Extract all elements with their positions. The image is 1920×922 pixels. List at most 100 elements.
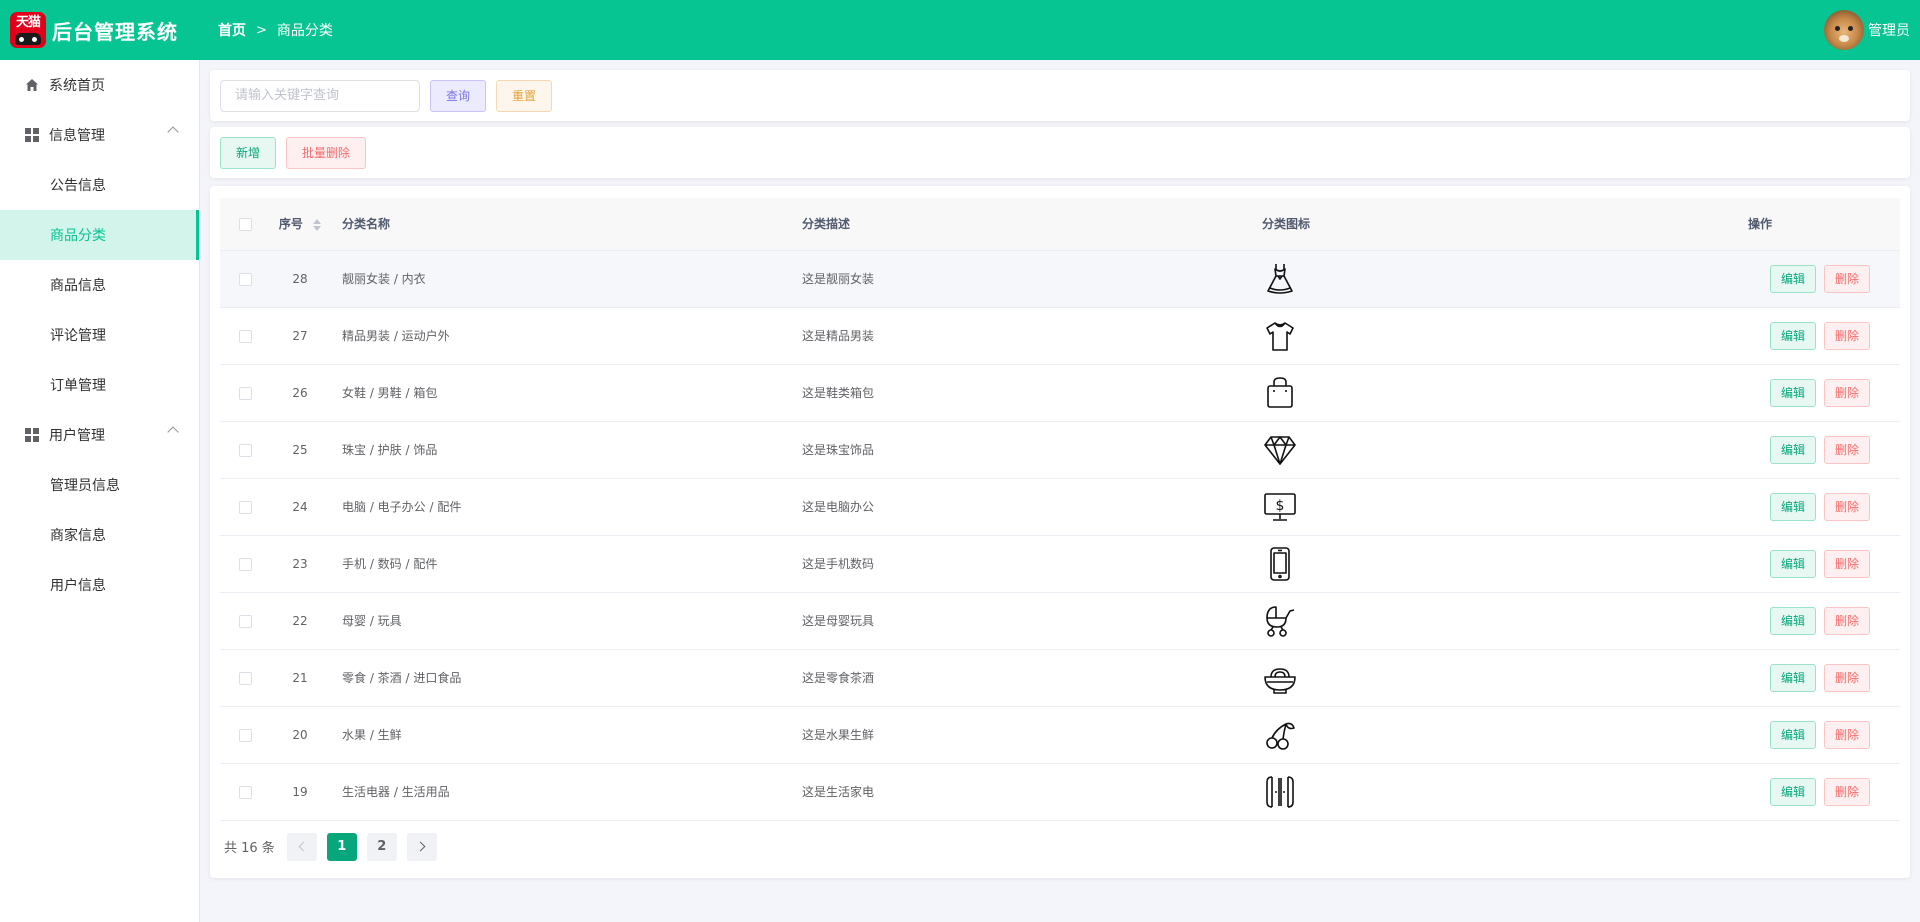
add-button[interactable]: 新增 bbox=[220, 136, 276, 169]
edit-button[interactable]: 编辑 bbox=[1769, 720, 1816, 749]
delete-button[interactable]: 删除 bbox=[1823, 549, 1870, 578]
table-row: 27 精品男装 / 运动户外 这是精品男装 编辑 删除 bbox=[220, 307, 1900, 364]
sidebar-item-orders[interactable]: 订单管理 bbox=[0, 360, 199, 410]
row-actions: 编辑 删除 bbox=[1620, 307, 1900, 364]
edit-button[interactable]: 编辑 bbox=[1769, 264, 1816, 293]
pagination: 共 16 条 1 2 bbox=[220, 832, 1900, 861]
reset-button[interactable]: 重置 bbox=[496, 79, 552, 112]
sidebar-item-admin[interactable]: 管理员信息 bbox=[0, 460, 199, 510]
row-checkbox[interactable] bbox=[238, 329, 252, 343]
sidebar-item-category[interactable]: 商品分类 bbox=[0, 210, 199, 260]
page-2-button[interactable]: 2 bbox=[366, 832, 397, 861]
chevron-up-icon bbox=[167, 126, 179, 138]
batch-delete-button[interactable]: 批量删除 bbox=[286, 136, 366, 169]
row-checkbox[interactable] bbox=[238, 386, 252, 400]
delete-button[interactable]: 删除 bbox=[1823, 378, 1870, 407]
row-id: 21 bbox=[292, 670, 308, 685]
row-checkbox[interactable] bbox=[238, 272, 252, 286]
edit-button[interactable]: 编辑 bbox=[1769, 378, 1816, 407]
table-row: 24 电脑 / 电子办公 / 配件 这是电脑办公 $ 编辑 删除 bbox=[220, 478, 1900, 535]
row-name: 水果 / 生鲜 bbox=[342, 728, 402, 742]
cherry-icon bbox=[1262, 717, 1620, 753]
sidebar-item-merchant[interactable]: 商家信息 bbox=[0, 510, 199, 560]
row-id: 22 bbox=[292, 613, 308, 628]
table-row: 20 水果 / 生鲜 这是水果生鲜 编辑 删除 bbox=[220, 706, 1900, 763]
edit-button[interactable]: 编辑 bbox=[1769, 549, 1816, 578]
row-name: 女鞋 / 男鞋 / 箱包 bbox=[342, 386, 438, 400]
delete-button[interactable]: 删除 bbox=[1823, 492, 1870, 521]
column-header-desc: 分类描述 bbox=[802, 217, 851, 232]
row-desc: 这是母婴玩具 bbox=[802, 614, 875, 628]
diamond-icon bbox=[1262, 432, 1620, 468]
avatar[interactable] bbox=[1824, 10, 1864, 50]
monitor-icon: $ bbox=[1262, 489, 1620, 525]
sort-icon[interactable] bbox=[313, 218, 322, 231]
delete-button[interactable]: 删除 bbox=[1823, 264, 1870, 293]
stroller-icon bbox=[1262, 603, 1620, 639]
row-name: 零食 / 茶酒 / 进口食品 bbox=[342, 671, 462, 685]
sidebar-group-users[interactable]: 用户管理 bbox=[0, 410, 199, 460]
edit-button[interactable]: 编辑 bbox=[1769, 492, 1816, 521]
row-desc: 这是零食茶酒 bbox=[802, 671, 875, 685]
row-desc: 这是靓丽女装 bbox=[802, 272, 875, 286]
table-row: 23 手机 / 数码 / 配件 这是手机数码 编辑 删除 bbox=[220, 535, 1900, 592]
column-header-name: 分类名称 bbox=[342, 217, 391, 232]
row-id: 20 bbox=[292, 727, 308, 742]
select-all-checkbox[interactable] bbox=[238, 217, 252, 231]
user-name[interactable]: 管理员 bbox=[1868, 20, 1910, 40]
delete-button[interactable]: 删除 bbox=[1823, 321, 1870, 350]
delete-button[interactable]: 删除 bbox=[1823, 435, 1870, 464]
row-checkbox[interactable] bbox=[238, 785, 252, 799]
dress-icon bbox=[1262, 261, 1620, 297]
table-row: 26 女鞋 / 男鞋 / 箱包 这是鞋类箱包 编辑 删除 bbox=[220, 364, 1900, 421]
row-name: 珠宝 / 护肤 / 饰品 bbox=[342, 443, 438, 457]
row-icon-cell bbox=[1250, 706, 1620, 763]
action-card: 新增 批量删除 bbox=[210, 127, 1910, 178]
sidebar-group-info[interactable]: 信息管理 bbox=[0, 110, 199, 160]
chevron-left-icon bbox=[298, 841, 309, 852]
edit-button[interactable]: 编辑 bbox=[1769, 435, 1816, 464]
pagination-total: 共 16 条 bbox=[224, 841, 275, 856]
next-page-button[interactable] bbox=[406, 832, 437, 861]
breadcrumb-home[interactable]: 首页 bbox=[218, 20, 246, 40]
sidebar-item-notice[interactable]: 公告信息 bbox=[0, 160, 199, 210]
row-checkbox[interactable] bbox=[238, 671, 252, 685]
row-desc: 这是水果生鲜 bbox=[802, 728, 875, 742]
sidebar-item-user[interactable]: 用户信息 bbox=[0, 560, 199, 610]
row-checkbox[interactable] bbox=[238, 614, 252, 628]
chevron-right-icon bbox=[415, 841, 426, 852]
sidebar-item-home[interactable]: 系统首页 bbox=[0, 60, 199, 110]
row-checkbox[interactable] bbox=[238, 500, 252, 514]
row-icon-cell bbox=[1250, 649, 1620, 706]
delete-button[interactable]: 删除 bbox=[1823, 663, 1870, 692]
row-checkbox[interactable] bbox=[238, 728, 252, 742]
row-name: 母婴 / 玩具 bbox=[342, 614, 402, 628]
row-desc: 这是手机数码 bbox=[802, 557, 875, 571]
delete-button[interactable]: 删除 bbox=[1823, 777, 1870, 806]
row-name: 靓丽女装 / 内衣 bbox=[342, 272, 426, 286]
table-row: 21 零食 / 茶酒 / 进口食品 这是零食茶酒 编辑 删除 bbox=[220, 649, 1900, 706]
row-actions: 编辑 删除 bbox=[1620, 250, 1900, 307]
sidebar-item-comments[interactable]: 评论管理 bbox=[0, 310, 199, 360]
query-button[interactable]: 查询 bbox=[430, 79, 486, 112]
delete-button[interactable]: 删除 bbox=[1823, 606, 1870, 635]
edit-button[interactable]: 编辑 bbox=[1769, 321, 1816, 350]
page-1-button[interactable]: 1 bbox=[326, 832, 357, 861]
column-header-id[interactable]: 序号 bbox=[279, 217, 303, 231]
noodle-bowl-icon bbox=[1262, 660, 1620, 696]
edit-button[interactable]: 编辑 bbox=[1769, 663, 1816, 692]
home-icon bbox=[24, 77, 40, 93]
prev-page-button[interactable] bbox=[286, 832, 317, 861]
edit-button[interactable]: 编辑 bbox=[1769, 777, 1816, 806]
table-row: 22 母婴 / 玩具 这是母婴玩具 编辑 删除 bbox=[220, 592, 1900, 649]
delete-button[interactable]: 删除 bbox=[1823, 720, 1870, 749]
sidebar-item-goods[interactable]: 商品信息 bbox=[0, 260, 199, 310]
row-checkbox[interactable] bbox=[238, 557, 252, 571]
search-input[interactable] bbox=[220, 79, 420, 112]
row-checkbox[interactable] bbox=[238, 443, 252, 457]
row-name: 手机 / 数码 / 配件 bbox=[342, 557, 438, 571]
user-menu[interactable]: 管理员 bbox=[1824, 10, 1910, 50]
edit-button[interactable]: 编辑 bbox=[1769, 606, 1816, 635]
row-actions: 编辑 删除 bbox=[1620, 535, 1900, 592]
row-desc: 这是生活家电 bbox=[802, 785, 875, 799]
